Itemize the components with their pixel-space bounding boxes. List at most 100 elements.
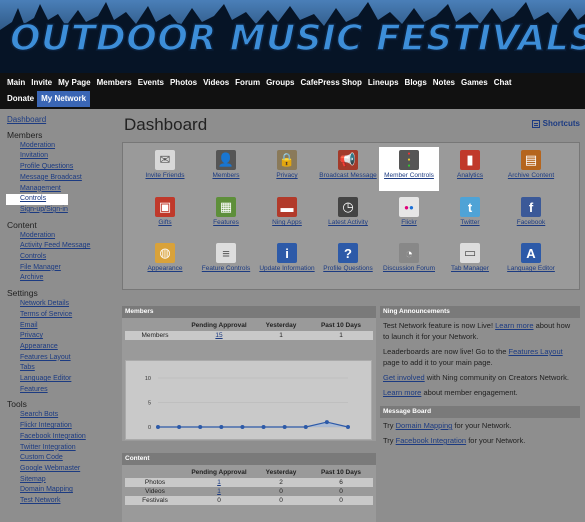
nav-item-chat[interactable]: Chat	[491, 75, 515, 91]
sidebar-item-settings-appearance[interactable]: Appearance	[7, 342, 111, 353]
sidebar-item-tools-domain-mapping[interactable]: Domain Mapping	[7, 485, 111, 496]
content-pending-link[interactable]: 1	[217, 479, 221, 486]
sidebar-item-content-file-manager[interactable]: File Manager	[7, 263, 111, 274]
sidebar-item-tools-twitter-integration[interactable]: Twitter Integration	[7, 443, 111, 454]
sidebar-item-content-archive[interactable]: Archive	[7, 273, 111, 284]
chart-data-point[interactable]	[261, 425, 266, 429]
dashboard-item-twitter[interactable]: t Twitter	[440, 194, 500, 238]
dashboard-item-flickr[interactable]: ● ● Flickr	[379, 194, 439, 238]
chart-data-point[interactable]	[156, 425, 160, 429]
chart-data-point[interactable]	[219, 425, 224, 429]
sidebar-item-settings-email[interactable]: Email	[7, 321, 111, 332]
chart-data-point[interactable]	[282, 425, 287, 429]
sidebar-item-settings-features-layout[interactable]: Features Layout	[7, 353, 111, 364]
sidebar-dashboard-link[interactable]: Dashboard	[7, 115, 111, 126]
nav-item-my-network[interactable]: My Network	[37, 91, 91, 107]
nav-item-events[interactable]: Events	[135, 75, 167, 91]
nav-item-cafepress-shop[interactable]: CafePress Shop	[298, 75, 365, 91]
dashboard-item-profile-questions[interactable]: ? Profile Questions	[318, 240, 378, 284]
sidebar-item-settings-terms-of-service[interactable]: Terms of Service	[7, 310, 111, 321]
chart-data-point[interactable]	[177, 425, 182, 429]
nav-item-lineups[interactable]: Lineups	[365, 75, 402, 91]
dashboard-item-analytics[interactable]: ▮ Analytics	[440, 147, 500, 191]
dashboard-item-ning-apps[interactable]: ▬ Ning Apps	[257, 194, 317, 238]
dashboard-item-archive-content[interactable]: ▤ Archive Content	[501, 147, 561, 191]
sidebar-item-members-moderation[interactable]: Moderation	[7, 141, 111, 152]
nav-item-main[interactable]: Main	[4, 75, 28, 91]
members-chart-svg: 10 5 0	[145, 376, 350, 431]
dashboard-item-features[interactable]: ▦ Features	[196, 194, 256, 238]
dashboard-item-label: Analytics	[456, 172, 483, 179]
chart-data-point[interactable]	[240, 425, 245, 429]
nav-item-photos[interactable]: Photos	[167, 75, 200, 91]
dashboard-item-facebook[interactable]: f Facebook	[501, 194, 561, 238]
sidebar-item-members-controls[interactable]: Controls	[6, 194, 68, 205]
nav-item-invite[interactable]: Invite	[28, 75, 55, 91]
sidebar-item-tools-flickr-integration[interactable]: Flickr Integration	[7, 421, 111, 432]
announcements-item-link[interactable]: Get involved	[383, 373, 425, 382]
dashboard-item-label: Feature Controls	[201, 265, 251, 272]
content-cell: 0	[339, 488, 343, 495]
sidebar-item-members-message-broadcast[interactable]: Message Broadcast	[7, 173, 111, 184]
dashboard-item-members[interactable]: 👤 Members	[196, 147, 256, 191]
sidebar-item-settings-language-editor[interactable]: Language Editor	[7, 374, 111, 385]
sidebar-item-settings-features[interactable]: Features	[7, 385, 111, 396]
sidebar-item-content-activity-feed-message[interactable]: Activity Feed Message	[7, 241, 111, 252]
page-body: Dashboard Members Moderation Invitation Pro…	[0, 109, 585, 522]
nav-item-notes[interactable]: Notes	[430, 75, 458, 91]
sidebar-item-members-sign-up-sign-in[interactable]: Sign-up/Sign-in	[7, 205, 111, 216]
site-logo[interactable]: OUTDOOR MUSIC FESTIVALS	[9, 17, 585, 60]
chart-data-point[interactable]	[324, 420, 329, 425]
dashboard-item-invite-friends[interactable]: ✉ Invite Friends	[135, 147, 195, 191]
sidebar-item-tools-facebook-integration[interactable]: Facebook Integration	[7, 432, 111, 443]
sidebar-section-members: Members	[7, 129, 43, 140]
sidebar-item-tools-test-network[interactable]: Test Network	[7, 496, 111, 507]
dashboard-item-update-information[interactable]: i Update Information	[257, 240, 317, 284]
dashboard-item-feature-controls[interactable]: ≡ Feature Controls	[196, 240, 256, 284]
sidebar-item-members-management[interactable]: Management	[7, 184, 111, 195]
dashboard-item-discussion-forum[interactable]: ◔ Discussion Forum	[379, 240, 439, 284]
nav-item-videos[interactable]: Videos	[200, 75, 232, 91]
sidebar-item-tools-sitemap[interactable]: Sitemap	[7, 475, 111, 486]
tabs-icon: ▭	[460, 243, 480, 263]
sidebar-item-settings-network-details[interactable]: Network Details	[7, 299, 111, 310]
nav-item-blogs[interactable]: Blogs	[402, 75, 430, 91]
dashboard-item-broadcast-message[interactable]: 📢 Broadcast Message	[318, 147, 378, 191]
message_board-item-link[interactable]: Facebook Integration	[396, 436, 466, 445]
announcements-item-link[interactable]: Learn more	[495, 321, 533, 330]
twitter-icon: t	[460, 197, 480, 217]
sidebar-item-members-profile-questions[interactable]: Profile Questions	[7, 162, 111, 173]
dashboard-item-appearance[interactable]: ◍ Appearance	[135, 240, 195, 284]
dashboard-item-privacy[interactable]: 🔒 Privacy	[257, 147, 317, 191]
shortcuts-button[interactable]: Shortcuts	[531, 119, 580, 128]
nav-item-members[interactable]: Members	[94, 75, 135, 91]
content-cell: Photos	[144, 479, 166, 486]
chart-data-point[interactable]	[346, 425, 350, 429]
content-col-past10: Past 10 Days	[320, 469, 362, 476]
dashboard-item-language-editor[interactable]: A Language Editor	[501, 240, 561, 284]
sidebar-item-tools-google-webmaster[interactable]: Google Webmaster	[7, 464, 111, 475]
nav-item-forum[interactable]: Forum	[232, 75, 263, 91]
chart-data-point[interactable]	[303, 425, 308, 429]
announcements-item-link[interactable]: Features Layout	[509, 347, 563, 356]
chart-data-point[interactable]	[198, 425, 203, 429]
sidebar-item-content-moderation[interactable]: Moderation	[7, 231, 111, 242]
nav-item-donate[interactable]: Donate	[4, 91, 37, 107]
announcements-item-link[interactable]: Learn more	[383, 388, 421, 397]
sidebar-item-tools-search-bots[interactable]: Search Bots	[7, 410, 111, 421]
dashboard-item-gifts[interactable]: ▣ Gifts	[135, 194, 195, 238]
dashboard-item-tab-manager[interactable]: ▭ Tab Manager	[440, 240, 500, 284]
sidebar-item-tools-custom-code[interactable]: Custom Code	[7, 453, 111, 464]
members-pending-link[interactable]: 15	[215, 332, 222, 339]
dashboard-item-member-controls[interactable]: ● ● ● Member Controls	[379, 147, 439, 191]
sidebar-item-members-invitation[interactable]: Invitation	[7, 151, 111, 162]
sidebar-item-settings-tabs[interactable]: Tabs	[7, 363, 111, 374]
message_board-item-link[interactable]: Domain Mapping	[396, 421, 453, 430]
nav-item-groups[interactable]: Groups	[263, 75, 297, 91]
content-pending-link[interactable]: 1	[217, 488, 221, 495]
nav-item-my-page[interactable]: My Page	[55, 75, 93, 91]
nav-item-games[interactable]: Games	[458, 75, 491, 91]
sidebar-item-content-controls[interactable]: Controls	[7, 252, 111, 263]
dashboard-item-latest-activity[interactable]: ◷ Latest Activity	[318, 194, 378, 238]
sidebar-item-settings-privacy[interactable]: Privacy	[7, 331, 111, 342]
